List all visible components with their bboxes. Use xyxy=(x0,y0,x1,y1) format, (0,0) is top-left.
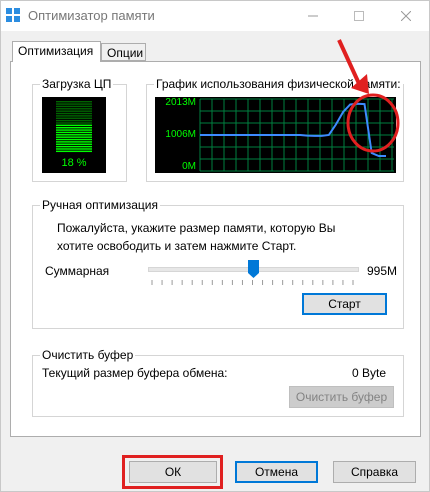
cpu-group-title: Загрузка ЦП xyxy=(40,77,114,91)
clipboard-size-label: Текущий размер буфера обмена: xyxy=(42,366,228,380)
cpu-bar-segment xyxy=(56,117,92,119)
y-tick-label: 2013M xyxy=(165,97,196,108)
cpu-bar-segment xyxy=(56,105,92,108)
cpu-bar-segment xyxy=(56,122,92,124)
cpu-percent: 18 % xyxy=(61,157,87,169)
cpu-bar-segment xyxy=(56,129,92,131)
minimize-icon xyxy=(308,15,318,17)
help-button[interactable]: Справка xyxy=(333,461,416,483)
cpu-bar-segment xyxy=(56,112,92,115)
slider-value: 995M xyxy=(367,264,398,278)
cpu-bar-segment xyxy=(56,148,92,150)
cpu-bar-segment xyxy=(56,141,92,143)
cpu-bar-segment xyxy=(56,115,92,117)
cpu-bar-segment xyxy=(56,150,92,153)
start-button[interactable]: Старт xyxy=(302,293,387,315)
tab-optimization[interactable]: Оптимизация xyxy=(12,41,101,62)
app-icon xyxy=(6,8,20,22)
tab-options[interactable]: Опции xyxy=(101,43,146,61)
cpu-bar-segment xyxy=(56,108,92,110)
slider-ticks xyxy=(151,280,354,285)
clipboard-size-value: 0 Byte xyxy=(351,366,386,380)
memory-slider[interactable] xyxy=(148,258,359,288)
slider-thumb[interactable] xyxy=(247,260,259,278)
cpu-bar-segment xyxy=(56,119,92,122)
app-window: Оптимизатор памяти Оптимизация Опции Заг… xyxy=(0,0,430,492)
cpu-meter: 18 % xyxy=(42,97,106,173)
cpu-bar-segment xyxy=(56,101,92,103)
manual-group-title: Ручная оптимизация xyxy=(40,198,160,212)
cpu-bar-segment xyxy=(56,134,92,136)
cpu-bar-segment xyxy=(56,103,92,105)
cpu-bar-segment xyxy=(56,138,92,141)
cancel-button[interactable]: Отмена xyxy=(235,461,318,483)
slider-label: Суммарная xyxy=(45,264,110,278)
cpu-bar-segment xyxy=(56,136,92,138)
clear-clipboard-button[interactable]: Очистить буфер xyxy=(289,386,394,408)
close-icon xyxy=(401,11,411,21)
clipboard-group-title: Очистить буфер xyxy=(40,348,136,362)
close-button[interactable] xyxy=(383,1,429,31)
manual-instruction: Пожалуйста, укажите размер памяти, котор… xyxy=(57,221,336,253)
cpu-bar-segment xyxy=(56,143,92,145)
y-tick-label: 0M xyxy=(182,161,196,172)
cpu-bar-segment xyxy=(56,131,92,134)
maximize-icon xyxy=(354,11,364,21)
window-title: Оптимизатор памяти xyxy=(28,8,155,23)
annotation-arrow-icon xyxy=(337,39,400,153)
ok-button-highlight xyxy=(122,455,223,489)
slider-thumb-icon xyxy=(247,260,259,278)
minimize-button[interactable] xyxy=(290,1,336,31)
cpu-bar-segment xyxy=(56,127,92,129)
maximize-button[interactable] xyxy=(336,1,382,31)
cpu-bar-segment xyxy=(56,145,92,148)
title-bar[interactable]: Оптимизатор памяти xyxy=(1,1,429,31)
cpu-bar-segment xyxy=(56,110,92,112)
y-tick-label: 1006M xyxy=(165,129,196,140)
cpu-bar-segment xyxy=(56,124,92,127)
